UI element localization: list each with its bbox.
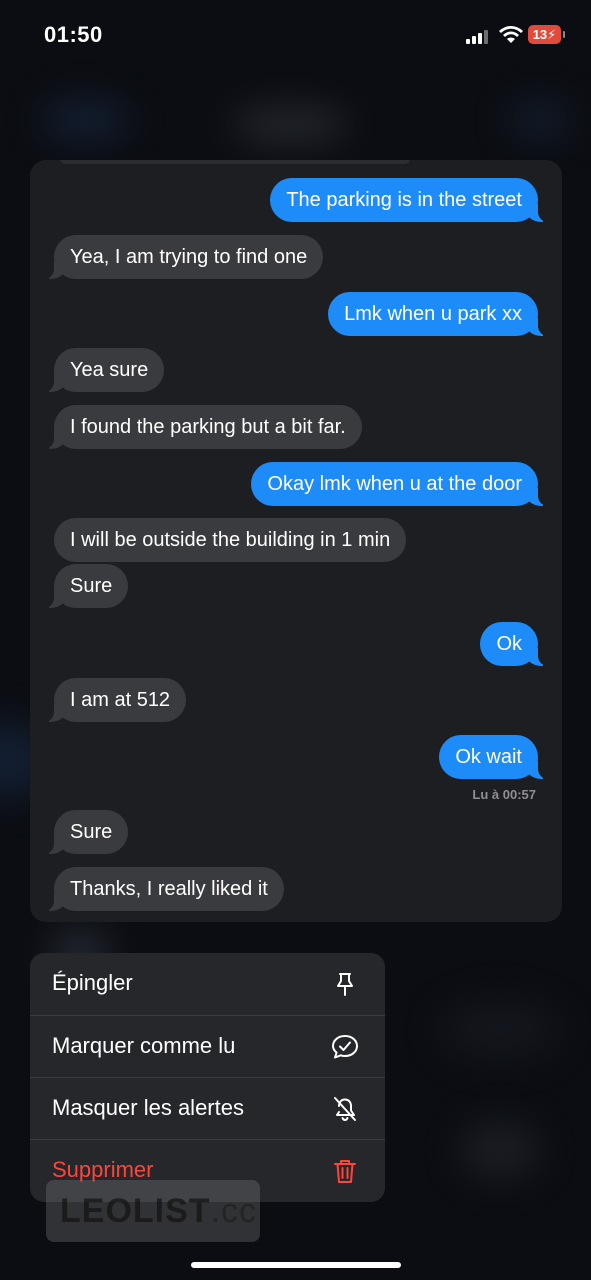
watermark-logo: LEOLIST.cc [46, 1180, 260, 1242]
menu-item-hide-alerts[interactable]: Masquer les alertes [30, 1077, 385, 1139]
message-bubble-incoming[interactable]: Yea sure [43, 348, 165, 392]
message-bubble-incoming[interactable]: I am at 512 [43, 678, 187, 722]
message-bubble-outgoing[interactable]: Ok wait [439, 735, 548, 779]
message-bubble-outgoing[interactable]: Ok [480, 622, 548, 666]
trash-icon [334, 1160, 356, 1183]
message-bubble-incoming[interactable]: I will be outside the building in 1 min [54, 518, 407, 562]
menu-item-pin[interactable]: Épingler [30, 953, 385, 1015]
message-bubble-incoming[interactable]: Sure [43, 564, 129, 608]
message-check-icon [332, 1035, 358, 1059]
blurred-action [510, 100, 570, 140]
wifi-icon [499, 26, 523, 43]
pin-icon [337, 973, 353, 996]
read-receipt: Lu à 00:57 [472, 787, 536, 802]
message-bubble-outgoing[interactable]: The parking is in the street [270, 178, 548, 222]
blurred-shape [460, 1120, 540, 1180]
menu-item-mark-read[interactable]: Marquer comme lu [30, 1015, 385, 1077]
message-bubble-outgoing[interactable]: Lmk when u park xx [328, 292, 548, 336]
previous-message-peek [60, 160, 410, 164]
home-indicator[interactable] [191, 1262, 401, 1268]
blurred-back-button [40, 100, 130, 140]
message-bubble-outgoing[interactable]: Okay lmk when u at the door [251, 462, 548, 506]
status-bar: 01:50 13⚡ [0, 0, 591, 70]
blurred-shape [440, 1000, 560, 1060]
bell-slash-icon [334, 1097, 356, 1121]
message-bubble-incoming[interactable]: I found the parking but a bit far. [44, 405, 362, 449]
status-time: 01:50 [44, 22, 103, 47]
menu-item-label: Épingler [52, 970, 133, 995]
watermark-brand: LEOLIST [60, 1192, 211, 1230]
blurred-title [230, 105, 350, 145]
message-bubble-incoming[interactable]: Thanks, I really liked it [44, 867, 284, 911]
menu-item-label: Masquer les alertes [52, 1095, 244, 1120]
conversation-preview[interactable]: The parking is in the street Yea, I am t… [30, 160, 562, 922]
battery-level: 13 [532, 27, 548, 42]
watermark-suffix: .cc [210, 1192, 258, 1230]
message-bubble-incoming[interactable]: Sure [43, 810, 129, 854]
menu-item-label: Marquer comme lu [52, 1033, 236, 1058]
message-bubble-incoming[interactable]: Yea, I am trying to find one [43, 235, 324, 279]
cellular-signal-icon [466, 30, 490, 44]
battery-indicator: 13⚡ [528, 25, 565, 44]
context-menu: Épingler Marquer comme lu Masquer les al… [30, 953, 385, 1202]
charging-bolt-icon: ⚡ [547, 27, 557, 42]
